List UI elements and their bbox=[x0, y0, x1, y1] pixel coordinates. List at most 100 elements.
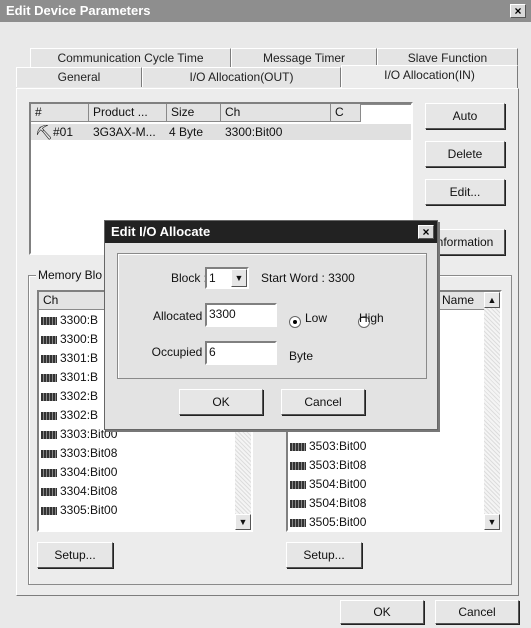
memory-icon bbox=[41, 373, 57, 382]
cancel-button[interactable]: Cancel bbox=[435, 600, 519, 624]
scroll-down-icon[interactable]: ▼ bbox=[484, 514, 500, 530]
memory-icon bbox=[290, 518, 306, 527]
row-product: 3G3AX-M... bbox=[93, 125, 156, 139]
delete-button[interactable]: Delete bbox=[425, 141, 505, 167]
list-item-label: 3305:Bit00 bbox=[60, 503, 118, 517]
memory-block-label: Memory Blo bbox=[36, 268, 105, 282]
list-item-label: 3503:Bit00 bbox=[309, 439, 367, 453]
low-label: Low bbox=[305, 311, 328, 325]
row-size: 4 Byte bbox=[169, 125, 204, 139]
list-item-label: 3304:Bit08 bbox=[60, 484, 118, 498]
memory-icon bbox=[41, 506, 57, 515]
list-item[interactable]: 3504:Bit00 bbox=[290, 476, 480, 492]
memory-icon bbox=[290, 499, 306, 508]
memory-icon bbox=[290, 461, 306, 470]
tab-communication-cycle-time[interactable]: Communication Cycle Time bbox=[30, 48, 231, 68]
tab-io-allocation-out[interactable]: I/O Allocation(OUT) bbox=[142, 67, 341, 87]
scroll-up-icon[interactable]: ▲ bbox=[484, 292, 500, 308]
row-ch: 3300:Bit00 bbox=[225, 125, 283, 139]
col-header-c[interactable]: C bbox=[331, 104, 361, 122]
block-select[interactable]: 1 ▼ bbox=[205, 267, 249, 289]
edit-button[interactable]: Edit... bbox=[425, 179, 505, 205]
list-item[interactable]: 3503:Bit00 bbox=[290, 438, 480, 454]
information-label: nformation bbox=[436, 235, 494, 249]
auto-button[interactable]: Auto bbox=[425, 103, 505, 129]
auto-label: Auto bbox=[452, 109, 478, 123]
list-item-label: 3503:Bit08 bbox=[309, 458, 367, 472]
allocated-input[interactable]: 3300 bbox=[205, 303, 277, 327]
col-header-ch[interactable]: Ch bbox=[221, 104, 331, 122]
list-item[interactable]: 3505:Bit00 bbox=[290, 514, 480, 530]
col-header-num[interactable]: # bbox=[31, 104, 89, 122]
occupied-label: Occupied : bbox=[151, 345, 209, 359]
list-item-label: 3301:B bbox=[60, 351, 99, 365]
col-header-blank bbox=[361, 104, 411, 105]
memory-icon bbox=[41, 487, 57, 496]
list-item[interactable]: 3503:Bit08 bbox=[290, 457, 480, 473]
tab-general[interactable]: General bbox=[16, 67, 142, 87]
start-word-text: Start Word : 3300 bbox=[261, 271, 355, 285]
edit-io-allocate-dialog: Edit I/O Allocate × Block : 1 ▼ Start Wo… bbox=[104, 220, 438, 430]
list-item[interactable]: 3305:Bit00 bbox=[41, 502, 231, 518]
list-item-label: 3504:Bit08 bbox=[309, 496, 367, 510]
dialog-cancel-label: Cancel bbox=[304, 395, 342, 409]
list-item-label: 3303:Bit08 bbox=[60, 446, 118, 460]
scroll-down-icon[interactable]: ▼ bbox=[235, 514, 251, 530]
list-item[interactable]: 3304:Bit00 bbox=[41, 464, 231, 480]
close-icon[interactable]: × bbox=[510, 4, 526, 18]
window-title: Edit Device Parameters bbox=[6, 3, 151, 18]
setup-label-right: Setup... bbox=[303, 548, 345, 562]
list-item-label: 3304:Bit00 bbox=[60, 465, 118, 479]
window-titlebar: Edit Device Parameters bbox=[0, 0, 531, 22]
setup-label-left: Setup... bbox=[54, 548, 96, 562]
byte-label: Byte bbox=[289, 349, 314, 363]
memory-icon bbox=[41, 354, 57, 363]
memory-icon bbox=[41, 468, 57, 477]
setup-button-left[interactable]: Setup... bbox=[37, 542, 113, 568]
block-label: Block : bbox=[170, 271, 207, 285]
delete-label: Delete bbox=[447, 147, 483, 161]
dialog-close-icon[interactable]: × bbox=[418, 225, 434, 239]
list-item-label: 3302:B bbox=[60, 408, 99, 422]
row-num: #01 bbox=[53, 125, 74, 139]
ok-label: OK bbox=[373, 605, 391, 619]
dialog-ok-button[interactable]: OK bbox=[179, 389, 263, 415]
cancel-label: Cancel bbox=[458, 605, 496, 619]
dialog-ok-label: OK bbox=[212, 395, 230, 409]
memory-icon bbox=[41, 335, 57, 344]
list-item[interactable]: 3304:Bit08 bbox=[41, 483, 231, 499]
list-item[interactable]: 3303:Bit08 bbox=[41, 445, 231, 461]
memory-icon bbox=[41, 392, 57, 401]
high-label: High bbox=[359, 311, 384, 325]
block-value: 1 bbox=[209, 271, 216, 285]
list-item-label: 3504:Bit00 bbox=[309, 477, 367, 491]
scrollbar-right[interactable] bbox=[484, 308, 500, 514]
memory-icon bbox=[41, 449, 57, 458]
list-item-label: 3300:B bbox=[60, 313, 99, 327]
dialog-cancel-button[interactable]: Cancel bbox=[281, 389, 365, 415]
dialog-title: Edit I/O Allocate bbox=[111, 224, 211, 239]
list-item[interactable]: 3504:Bit08 bbox=[290, 495, 480, 511]
dialog-titlebar: Edit I/O Allocate bbox=[105, 221, 437, 243]
device-icon: ⛏ bbox=[35, 124, 53, 140]
col-header-product[interactable]: Product ... bbox=[89, 104, 167, 122]
setup-button-right[interactable]: Setup... bbox=[286, 542, 362, 568]
memory-icon bbox=[290, 442, 306, 451]
col-header-size[interactable]: Size bbox=[167, 104, 221, 122]
chevron-down-icon[interactable]: ▼ bbox=[231, 269, 247, 287]
col-header-name-right[interactable]: Name bbox=[438, 292, 486, 310]
low-radio[interactable] bbox=[289, 315, 301, 328]
list-item-label: 3302:B bbox=[60, 389, 99, 403]
ok-button[interactable]: OK bbox=[340, 600, 424, 624]
edit-label: Edit... bbox=[449, 185, 481, 199]
memory-icon bbox=[41, 411, 57, 420]
list-item-label: 3301:B bbox=[60, 370, 99, 384]
memory-icon bbox=[290, 480, 306, 489]
list-item-label: 3300:B bbox=[60, 332, 99, 346]
memory-icon bbox=[41, 316, 57, 325]
occupied-input[interactable]: 6 bbox=[205, 341, 277, 365]
tab-io-allocation-in[interactable]: I/O Allocation(IN) bbox=[341, 65, 518, 89]
list-item-label: 3505:Bit00 bbox=[309, 515, 367, 529]
table-row[interactable]: ⛏ #01 3G3AX-M... 4 Byte 3300:Bit00 bbox=[31, 124, 411, 140]
memory-icon bbox=[41, 430, 57, 439]
